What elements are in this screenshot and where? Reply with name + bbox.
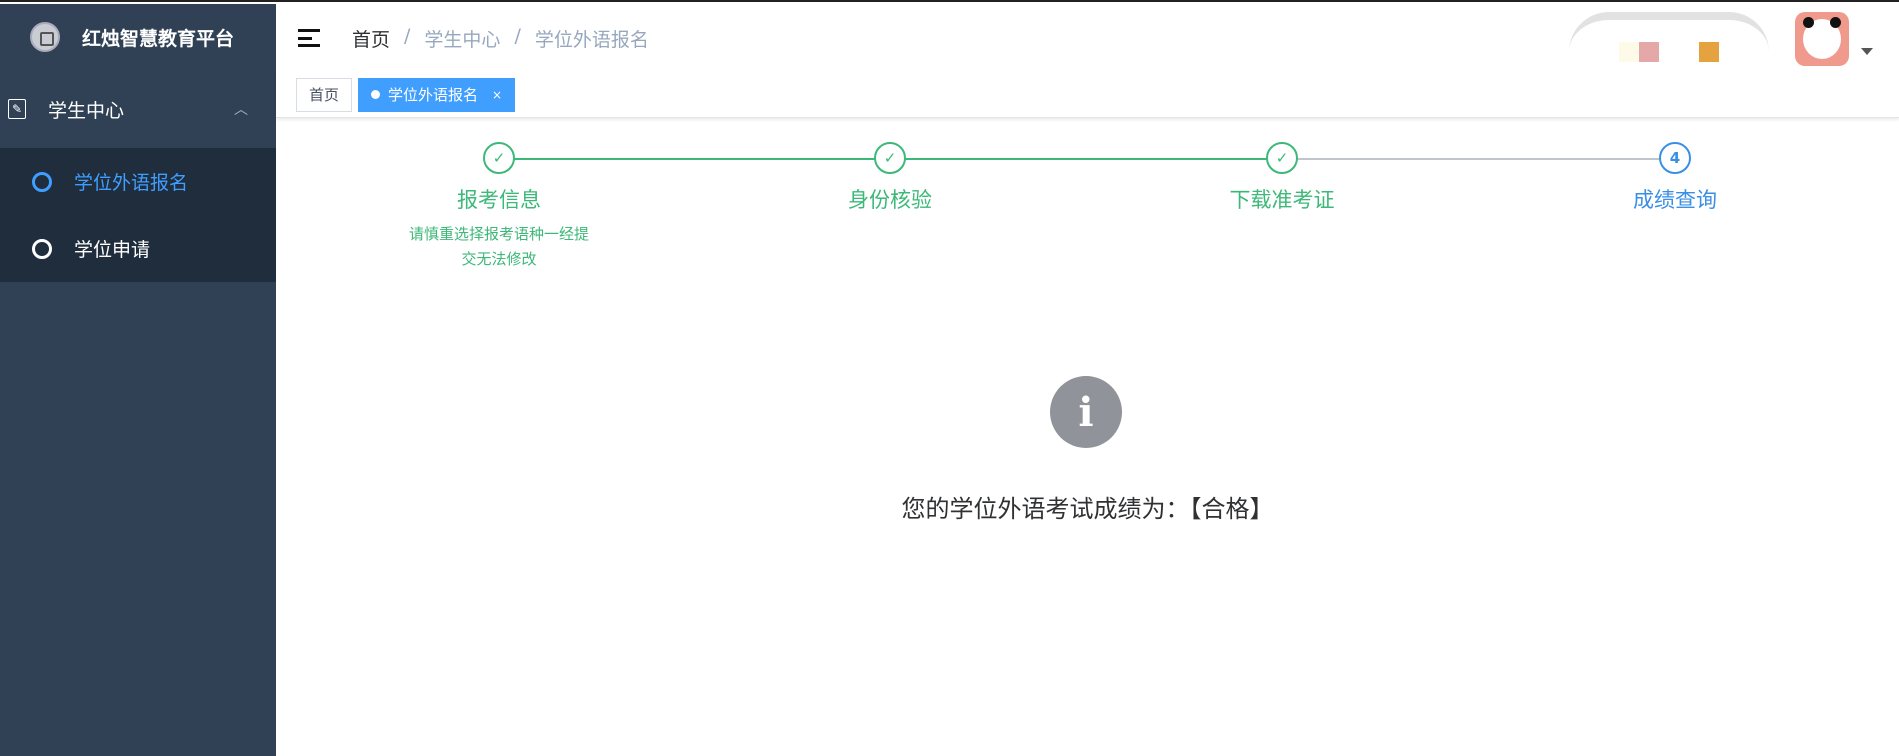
step-title: 报考信息 (457, 188, 541, 212)
check-icon: ✓ (874, 142, 906, 174)
step-number: 4 (1659, 142, 1691, 174)
brand-title: 红烛智慧教育平台 (82, 27, 235, 50)
sidebar: 红烛智慧教育平台 ✎ 学生中心 ︿ 学位外语报名 学位申请 (0, 4, 276, 756)
breadcrumb-current: 学位外语报名 (534, 28, 649, 51)
step-title: 成绩查询 (1633, 188, 1717, 212)
avatar[interactable] (1795, 12, 1849, 66)
result-text: 您的学位外语考试成绩为：【合格】 (901, 495, 1274, 523)
step-3: ✓ 下载准考证 (1162, 142, 1402, 214)
check-icon: ✓ (1266, 142, 1298, 174)
navbar: 首页 / 学生中心 / 学位外语报名 (276, 4, 1899, 82)
edit-icon: ✎ (8, 99, 26, 119)
step-2: ✓ 身份核验 (770, 142, 1010, 214)
tab-foreign-language[interactable]: 学位外语报名 × (358, 77, 516, 112)
step-title: 下载准考证 (1229, 188, 1335, 212)
step-title: 身份核验 (848, 188, 932, 212)
sidebar-item-label: 学位外语报名 (74, 172, 189, 194)
menu-student-center[interactable]: ✎ 学生中心 ︿ (0, 70, 276, 148)
redacted-block (1639, 42, 1659, 62)
active-dot-icon (371, 90, 381, 99)
github-icon (32, 238, 52, 259)
breadcrumb-home[interactable]: 首页 (352, 25, 390, 52)
breadcrumb-separator: / (514, 24, 521, 47)
brand: 红烛智慧教育平台 (0, 4, 276, 70)
tab-label: 首页 (309, 86, 340, 104)
tab-label: 学位外语报名 (388, 86, 479, 104)
sidebar-item-foreign-language[interactable]: 学位外语报名 (0, 148, 276, 215)
redacted-block (1619, 42, 1639, 62)
menu-label: 学生中心 (48, 99, 125, 122)
check-icon: ✓ (483, 142, 515, 174)
caret-down-icon[interactable] (1861, 48, 1873, 61)
breadcrumb: 首页 / 学生中心 / 学位外语报名 (352, 25, 649, 52)
hamburger-icon[interactable] (298, 29, 320, 47)
sidebar-item-label: 学位申请 (74, 239, 151, 261)
logo-icon (30, 22, 60, 52)
breadcrumb-separator: / (404, 24, 411, 47)
sidebar-item-degree-apply[interactable]: 学位申请 (0, 215, 276, 282)
tags-view: 首页 学位外语报名 × (276, 72, 1899, 118)
close-icon[interactable]: × (492, 88, 502, 102)
panda-icon (1803, 17, 1841, 59)
user-icon (32, 171, 52, 192)
chevron-up-icon: ︿ (234, 102, 248, 118)
step-description: 请慎重选择报考语种一经提交无法修改 (409, 225, 590, 268)
breadcrumb-item: 学生中心 (424, 28, 501, 51)
tab-home[interactable]: 首页 (296, 77, 353, 112)
submenu: 学位外语报名 学位申请 (0, 148, 276, 282)
redacted-block (1699, 42, 1719, 62)
step-4: 4 成绩查询 (1555, 142, 1795, 214)
step-1: ✓ 报考信息 请慎重选择报考语种一经提交无法修改 (379, 142, 619, 272)
info-icon: i (1050, 376, 1122, 448)
